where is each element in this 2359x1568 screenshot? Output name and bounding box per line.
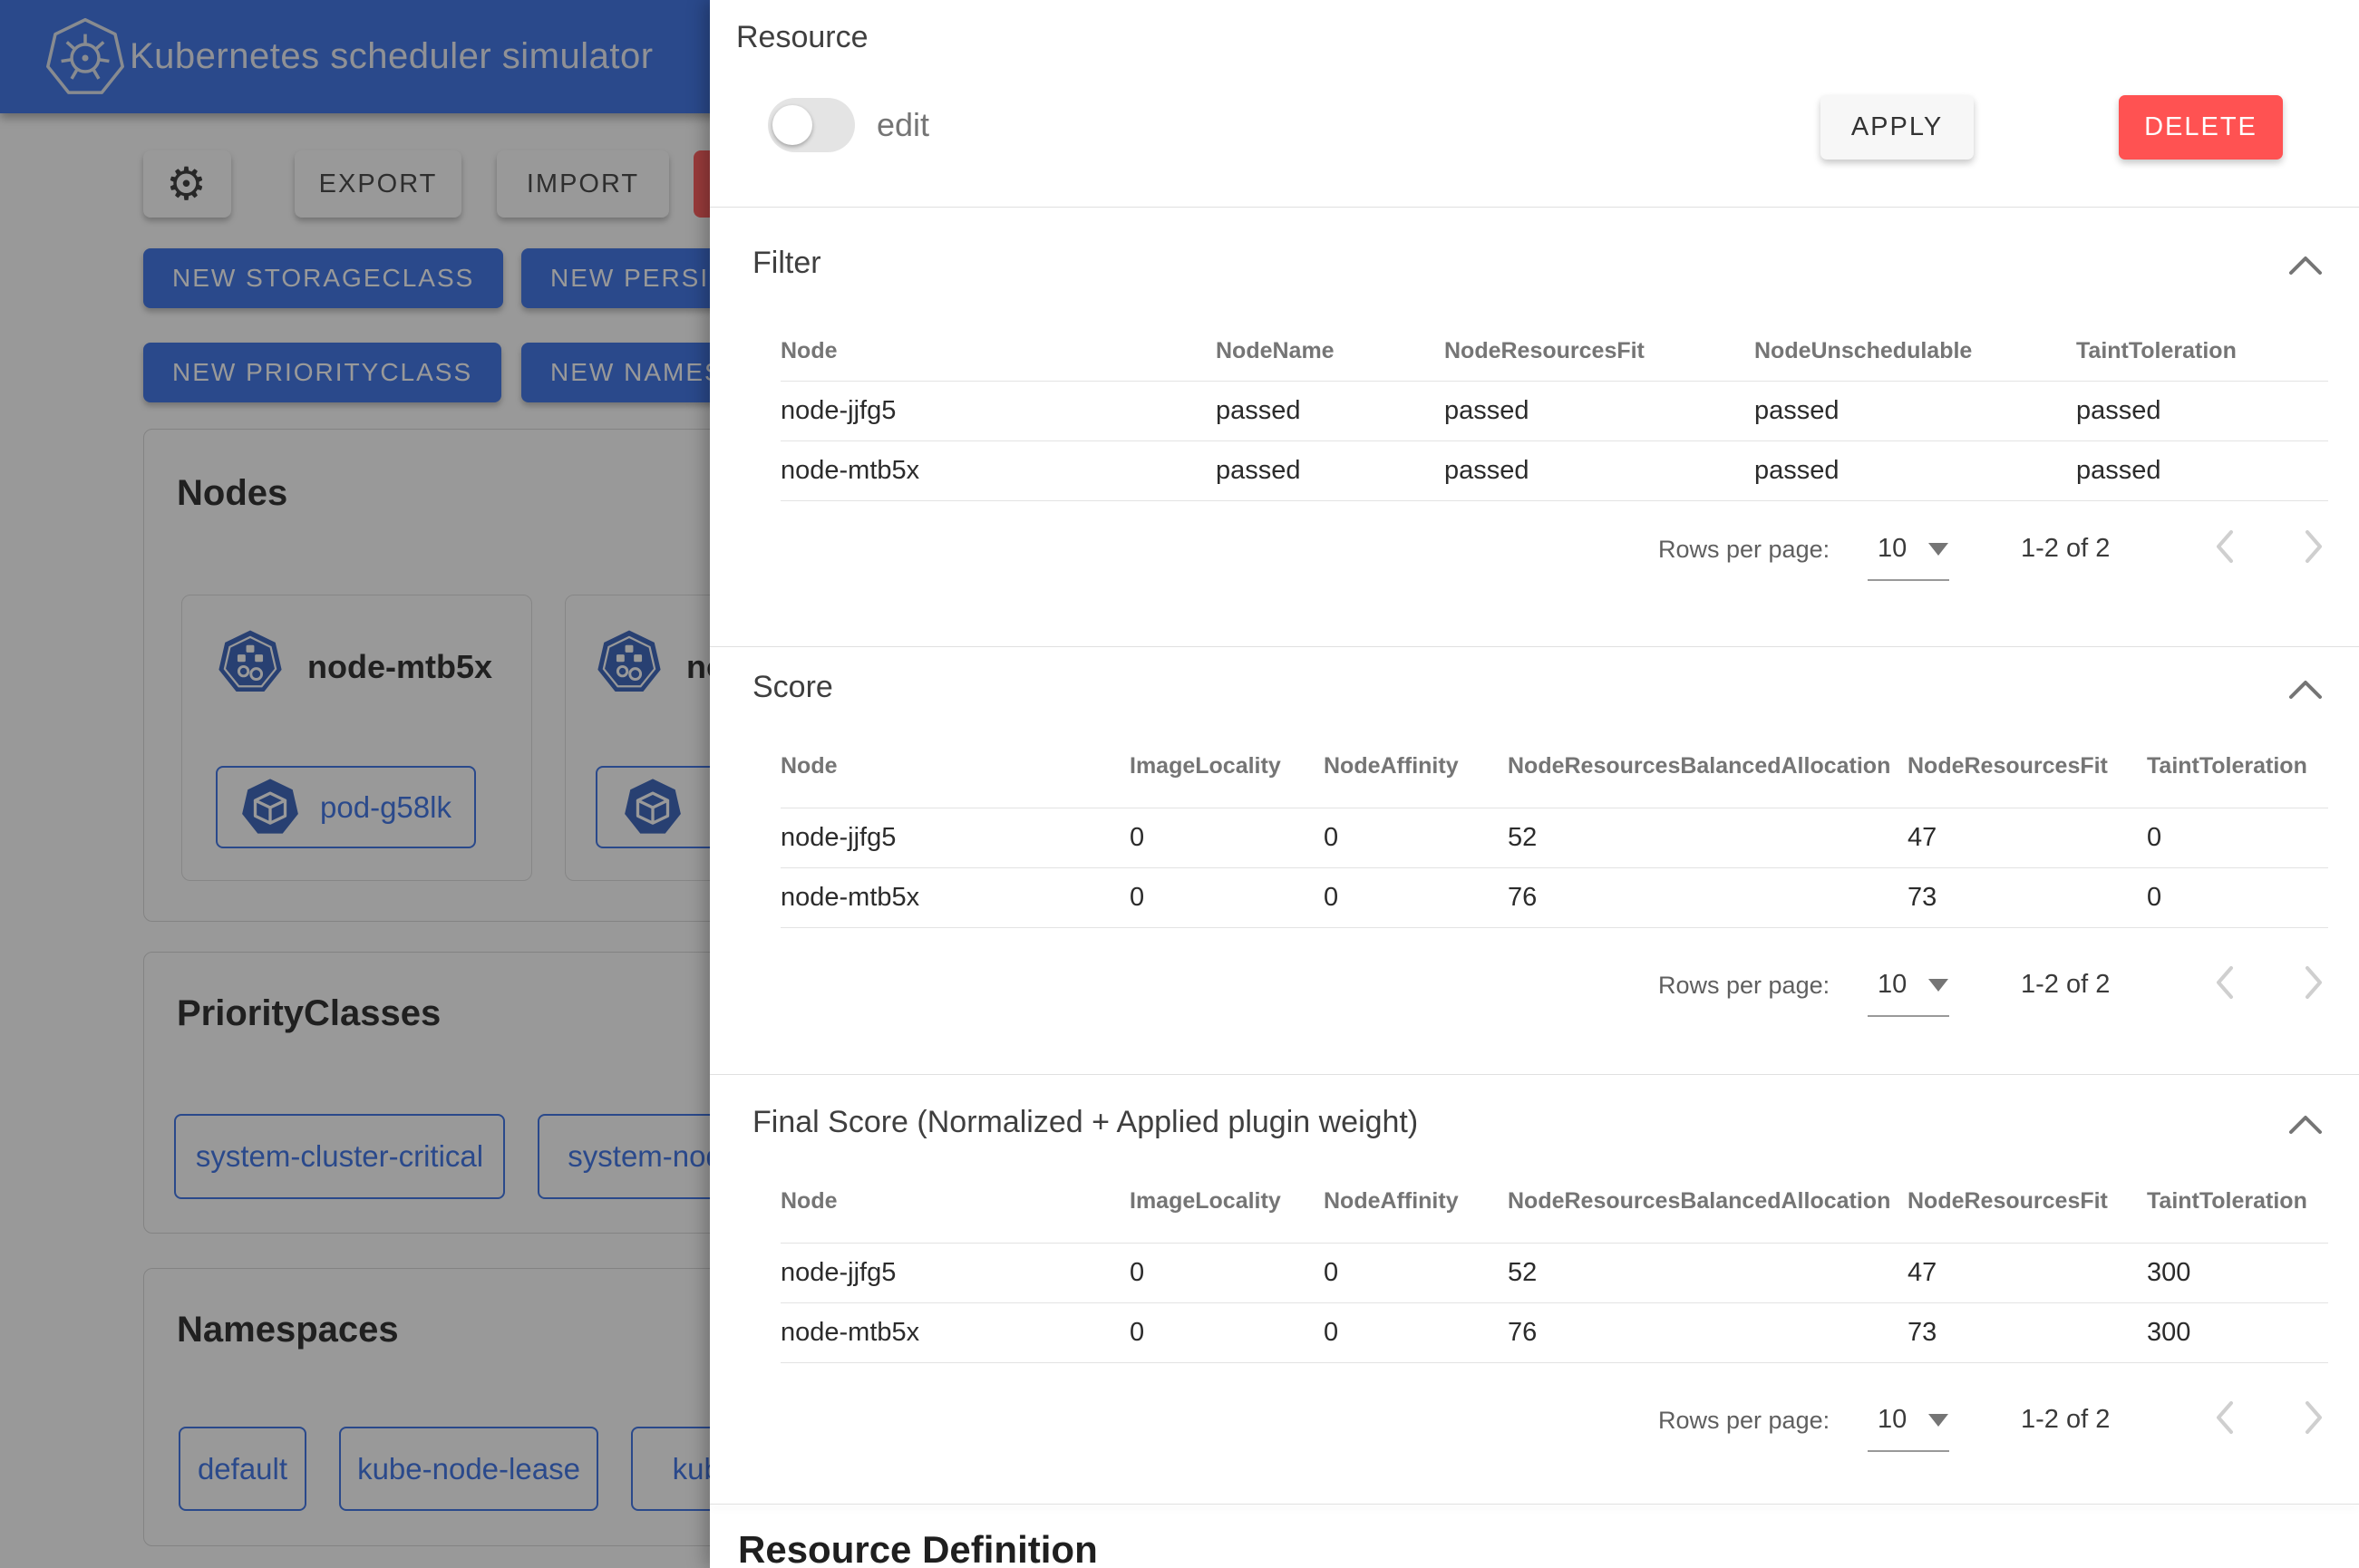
table-cell: 300 [2147,1303,2328,1363]
rows-per-page-label: Rows per page: [1658,1407,1830,1435]
table-cell: node-jjfg5 [781,808,1130,868]
table-cell: passed [1754,382,2076,441]
rows-per-page-select[interactable]: 10 [1878,970,1907,1000]
resource-definition-title: Resource Definition [738,1528,1098,1568]
column-header: Node [781,1160,1130,1244]
table-cell: passed [1444,441,1754,501]
final-score-table: Node ImageLocality NodeAffinity NodeReso… [781,1160,2328,1363]
dropdown-arrow-icon [1928,1414,1948,1427]
filter-section-title: Filter [752,246,821,281]
column-header: TaintToleration [2147,725,2328,808]
chevron-left-icon[interactable] [2209,1396,2240,1439]
table-cell: 0 [1130,1244,1324,1303]
chevron-up-icon[interactable] [2287,678,2324,702]
table-cell: 0 [1130,808,1324,868]
kubernetes-scheduler-simulator: Kubernetes scheduler simulator ⚙ EXPORT … [0,0,2359,1568]
rows-per-page-select[interactable]: 10 [1878,1405,1907,1435]
chevron-right-icon[interactable] [2298,961,2329,1004]
column-header: NodeResourcesFit [1908,1160,2147,1244]
pagination-range: 1-2 of 2 [2021,534,2110,564]
table-cell: node-jjfg5 [781,1244,1130,1303]
column-header: NodeResourcesFit [1908,725,2147,808]
chevron-left-icon[interactable] [2209,961,2240,1004]
dropdown-arrow-icon [1928,979,1948,992]
table-cell: 76 [1508,1303,1908,1363]
table-cell: passed [1754,441,2076,501]
column-header: Node [781,322,1216,382]
table-cell: 0 [1324,868,1508,928]
edit-toggle-label: edit [877,98,929,152]
delete-button[interactable]: DELETE [2119,95,2283,160]
table-cell: passed [1216,382,1444,441]
column-header: TaintToleration [2147,1160,2328,1244]
chevron-right-icon[interactable] [2298,525,2329,568]
table-cell: node-mtb5x [781,441,1216,501]
table-cell: 0 [1130,1303,1324,1363]
final-score-pagination: Rows per page: 10 1-2 of 2 [1658,1394,2328,1452]
table-cell: node-jjfg5 [781,382,1216,441]
edit-toggle[interactable] [768,98,855,152]
column-header: NodeUnschedulable [1754,322,2076,382]
table-cell: 47 [1908,808,2147,868]
filter-table: Node NodeName NodeResourcesFit NodeUnsch… [781,322,2328,501]
column-header: ImageLocality [1130,1160,1324,1244]
table-cell: node-mtb5x [781,868,1130,928]
column-header: NodeAffinity [1324,725,1508,808]
chevron-right-icon[interactable] [2298,1396,2329,1439]
table-cell: 0 [2147,808,2328,868]
table-cell: passed [1444,382,1754,441]
score-table: Node ImageLocality NodeAffinity NodeReso… [781,725,2328,928]
apply-button[interactable]: APPLY [1820,95,1974,160]
column-header: Node [781,725,1130,808]
dropdown-arrow-icon [1928,543,1948,556]
table-cell: passed [2076,441,2328,501]
column-header: NodeResourcesBalancedAllocation [1508,1160,1908,1244]
toggle-knob [772,105,812,145]
chevron-up-icon[interactable] [2287,1113,2324,1137]
column-header: NodeResourcesFit [1444,322,1754,382]
score-pagination: Rows per page: 10 1-2 of 2 [1658,959,2328,1017]
table-cell: 0 [2147,868,2328,928]
table-cell: 0 [1324,1244,1508,1303]
table-cell: 47 [1908,1244,2147,1303]
table-cell: passed [1216,441,1444,501]
column-header: NodeName [1216,322,1444,382]
final-score-section-title: Final Score (Normalized + Applied plugin… [752,1105,1418,1140]
score-section-title: Score [752,670,833,705]
table-cell: passed [2076,382,2328,441]
table-cell: 73 [1908,868,2147,928]
rows-per-page-label: Rows per page: [1658,972,1830,1000]
select-underline [1868,1015,1949,1017]
rows-per-page-select[interactable]: 10 [1878,534,1907,564]
column-header: NodeAffinity [1324,1160,1508,1244]
table-cell: 0 [1130,868,1324,928]
rows-per-page-label: Rows per page: [1658,536,1830,564]
column-header: TaintToleration [2076,322,2328,382]
chevron-up-icon[interactable] [2287,254,2324,277]
resource-drawer: Resource edit APPLY DELETE Filter Node N… [710,0,2359,1568]
table-cell: 73 [1908,1303,2147,1363]
table-cell: 52 [1508,808,1908,868]
pagination-range: 1-2 of 2 [2021,970,2110,1000]
column-header: NodeResourcesBalancedAllocation [1508,725,1908,808]
table-cell: 300 [2147,1244,2328,1303]
filter-pagination: Rows per page: 10 1-2 of 2 [1658,523,2328,581]
column-header: ImageLocality [1130,725,1324,808]
table-cell: 52 [1508,1244,1908,1303]
table-cell: node-mtb5x [781,1303,1130,1363]
table-cell: 76 [1508,868,1908,928]
select-underline [1868,579,1949,581]
select-underline [1868,1450,1949,1452]
table-cell: 0 [1324,1303,1508,1363]
chevron-left-icon[interactable] [2209,525,2240,568]
drawer-title: Resource [736,20,869,55]
table-cell: 0 [1324,808,1508,868]
pagination-range: 1-2 of 2 [2021,1405,2110,1435]
